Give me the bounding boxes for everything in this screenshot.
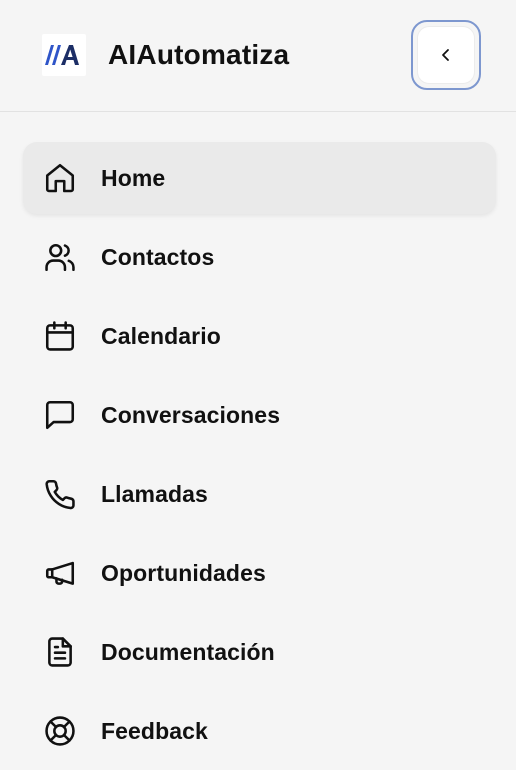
life-buoy-icon [43, 714, 77, 748]
brand-name: AIAutomatiza [108, 39, 290, 70]
collapse-sidebar-button[interactable] [411, 20, 481, 90]
aiautomatiza-logo-icon [42, 34, 86, 76]
sidebar-item-documentacion[interactable]: Documentación [23, 616, 496, 688]
sidebar-nav: Home Contactos Calendario Conversaciones [23, 142, 496, 770]
sidebar-item-oportunidades[interactable]: Oportunidades [23, 537, 496, 609]
collapse-button-surface [418, 27, 474, 83]
sidebar-item-conversaciones[interactable]: Conversaciones [23, 379, 496, 451]
sidebar-header: AIAutomatiza [0, 0, 516, 112]
sidebar-item-llamadas[interactable]: Llamadas [23, 458, 496, 530]
users-icon [43, 240, 77, 274]
file-text-icon [43, 635, 77, 669]
sidebar-item-label: Oportunidades [101, 559, 266, 586]
sidebar-item-calendario[interactable]: Calendario [23, 300, 496, 372]
megaphone-icon [43, 556, 77, 590]
sidebar-item-label: Calendario [101, 322, 221, 349]
chevron-left-icon [442, 49, 449, 61]
sidebar-item-label: Llamadas [101, 480, 208, 507]
home-icon [43, 161, 77, 195]
sidebar-item-feedback[interactable]: Feedback [23, 695, 496, 767]
sidebar-item-label: Contactos [101, 243, 215, 270]
sidebar-item-label: Documentación [101, 638, 275, 665]
calendar-icon [43, 319, 77, 353]
phone-icon [43, 477, 77, 511]
sidebar: AIAutomatiza Home Contactos Calendario C… [0, 0, 516, 770]
sidebar-item-label: Home [101, 164, 166, 191]
sidebar-item-contactos[interactable]: Contactos [23, 221, 496, 293]
sidebar-item-label: Feedback [101, 717, 208, 744]
message-square-icon [43, 398, 77, 432]
sidebar-item-label: Conversaciones [101, 401, 281, 428]
sidebar-item-home[interactable]: Home [23, 142, 496, 214]
